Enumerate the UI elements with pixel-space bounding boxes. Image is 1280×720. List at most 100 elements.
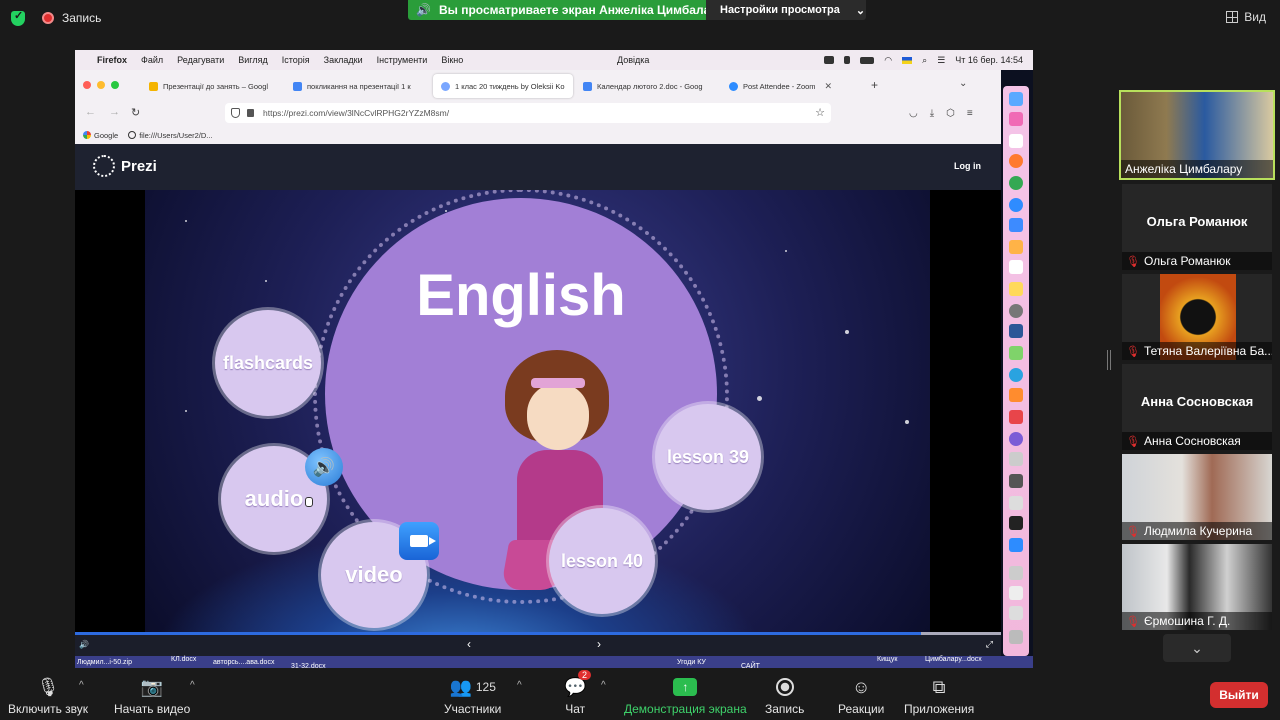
bookmark-star-icon[interactable]: ☆ — [815, 106, 825, 119]
reactions-button[interactable]: ☺ Реакции — [838, 676, 884, 717]
notes-icon[interactable] — [1009, 282, 1023, 296]
record-button[interactable]: Запись — [765, 676, 804, 716]
participants-options-icon[interactable]: ^ — [517, 680, 522, 691]
menu-clock[interactable]: Чт 16 бер. 14:54 — [955, 55, 1023, 65]
pocket-icon[interactable]: ◡ — [909, 108, 918, 119]
forward-icon[interactable]: → — [109, 106, 120, 118]
presentation-slide[interactable]: English flashcards audio 🔊 video lesson … — [145, 190, 930, 632]
view-settings-button[interactable]: Настройки просмотра ⌄ — [706, 0, 866, 20]
bluetooth-icon[interactable] — [844, 56, 851, 64]
participant-tile[interactable]: Ольга Романюк 🎙 Ольга Романюк — [1122, 184, 1272, 270]
panel-resize-handle[interactable] — [1107, 350, 1111, 370]
progress-bar[interactable] — [75, 632, 1001, 635]
finder-icon[interactable] — [1009, 92, 1023, 106]
desktop-file[interactable]: КЛ.docx — [171, 656, 196, 663]
mail-icon[interactable] — [1009, 218, 1023, 232]
menu-app[interactable]: Firefox — [97, 55, 127, 65]
new-tab-icon[interactable]: + — [871, 78, 878, 92]
menu-window[interactable]: Вікно — [441, 55, 463, 65]
desktop-file[interactable]: авторсь....ава.docx — [213, 659, 274, 666]
chevron-down-icon[interactable]: ⌄ — [959, 78, 967, 89]
lesson-40-bubble[interactable]: lesson 40 — [549, 508, 655, 614]
lesson-39-bubble[interactable]: lesson 39 — [655, 404, 761, 510]
prezi-logo[interactable]: Prezi — [93, 155, 157, 177]
leave-button[interactable]: Выйти — [1210, 682, 1268, 708]
browser-tab-active[interactable]: 1 клас 20 тиждень by Oleksii Ko ✕ — [433, 74, 573, 98]
participants-button[interactable]: 👥 125 Участники — [444, 676, 501, 717]
telegram-icon[interactable] — [1009, 368, 1023, 382]
desktop-file[interactable]: Кищук — [877, 656, 897, 663]
menu-icon[interactable]: ≡ — [967, 108, 973, 119]
bookmark-google[interactable]: Google — [83, 131, 118, 140]
trash-icon[interactable] — [1009, 630, 1023, 644]
document-icon[interactable] — [1009, 586, 1023, 600]
speaker-icon[interactable]: 🔊 — [305, 448, 343, 486]
audio-options-icon[interactable]: ^ — [79, 680, 84, 691]
menu-bookmarks[interactable]: Закладки — [324, 55, 363, 65]
previous-slide-icon[interactable]: ‹ — [467, 637, 471, 651]
extensions-icon[interactable]: ⬡ — [946, 108, 955, 119]
desktop-file[interactable]: Цимбалару...docx — [925, 656, 982, 663]
participant-tile[interactable]: 🎙 Єрмошина Г. Д. — [1122, 544, 1272, 630]
next-slide-icon[interactable]: › — [597, 637, 601, 651]
menu-tools[interactable]: Інструменти — [377, 55, 428, 65]
safari-icon[interactable] — [1009, 198, 1023, 212]
close-window-icon[interactable] — [83, 81, 91, 89]
close-icon[interactable]: ✕ — [825, 81, 833, 92]
app-status-icon[interactable] — [824, 56, 835, 64]
start-video-button[interactable]: 📷 Начать видео — [114, 676, 190, 717]
desktop-file[interactable]: Угоди КУ — [677, 659, 706, 666]
app-icon[interactable] — [1009, 452, 1023, 466]
app-icon[interactable] — [1009, 410, 1023, 424]
photos-icon[interactable] — [1009, 240, 1023, 254]
view-button[interactable]: Вид — [1226, 10, 1266, 24]
participant-tile[interactable]: Анна Сосновская 🎙 Анна Сосновская — [1122, 364, 1272, 450]
firefox-icon[interactable] — [1009, 154, 1023, 168]
reload-icon[interactable]: ↻ — [131, 106, 140, 119]
lock-icon[interactable] — [247, 109, 254, 117]
vlc-icon[interactable] — [1009, 388, 1023, 402]
settings-icon[interactable] — [1009, 304, 1023, 318]
reminders-icon[interactable] — [1009, 260, 1023, 274]
download-icon[interactable]: ⤓ — [930, 108, 934, 119]
login-link[interactable]: Log in — [954, 161, 981, 171]
menu-file[interactable]: Файл — [141, 55, 163, 65]
browser-tab[interactable]: Post Attendee - Zoom ✕ — [721, 74, 863, 98]
wifi-icon[interactable]: ◠ — [884, 55, 892, 66]
security-shield-icon[interactable] — [11, 9, 25, 26]
menu-edit[interactable]: Редагувати — [177, 55, 224, 65]
word-icon[interactable] — [1009, 324, 1023, 338]
calendar-icon[interactable] — [1009, 134, 1023, 148]
battery-icon[interactable] — [860, 56, 875, 64]
bookmark-file[interactable]: file:///Users/User2/D... — [128, 131, 213, 140]
menu-view[interactable]: Вигляд — [238, 55, 268, 65]
viber-icon[interactable] — [1009, 432, 1023, 446]
recording-indicator[interactable]: Запись — [42, 11, 101, 25]
back-icon[interactable]: ← — [85, 106, 96, 118]
app-icon[interactable] — [1009, 496, 1023, 510]
desktop-file[interactable]: Людмил...i-50.zip — [77, 659, 132, 666]
ukraine-flag-icon[interactable] — [902, 56, 913, 64]
app-icon[interactable] — [1009, 474, 1023, 488]
control-center-icon[interactable]: ☰ — [937, 55, 945, 66]
more-participants-button[interactable]: ⌄ — [1163, 634, 1231, 662]
apps-button[interactable]: ⧉ Приложения — [904, 676, 974, 717]
browser-tab[interactable]: Календар лютого 2.doc - Goog — [575, 74, 721, 98]
flashcards-bubble[interactable]: flashcards — [215, 310, 321, 416]
menu-history[interactable]: Історія — [282, 55, 310, 65]
minimize-window-icon[interactable] — [97, 81, 105, 89]
launchpad-icon[interactable] — [1009, 112, 1023, 126]
app-icon[interactable] — [1009, 346, 1023, 360]
participant-tile[interactable]: Анжеліка Цимбалару — [1119, 90, 1275, 180]
chat-button[interactable]: 💬 2 Чат — [564, 670, 592, 716]
document-icon[interactable] — [1009, 606, 1023, 620]
terminal-icon[interactable] — [1009, 516, 1023, 530]
address-bar[interactable]: https://prezi.com/view/3lNcCvlRPHG2rYZzM… — [225, 103, 831, 123]
participant-tile[interactable]: 🎙 Тетяна Валеріївна Ба... — [1122, 274, 1272, 360]
document-icon[interactable] — [1009, 566, 1023, 580]
volume-icon[interactable]: 🔊 — [79, 640, 89, 649]
video-camera-icon[interactable] — [399, 522, 439, 560]
fullscreen-icon[interactable]: ⤢ — [986, 639, 993, 650]
zoom-window-icon[interactable] — [111, 81, 119, 89]
search-icon[interactable]: ⌕ — [922, 55, 927, 66]
